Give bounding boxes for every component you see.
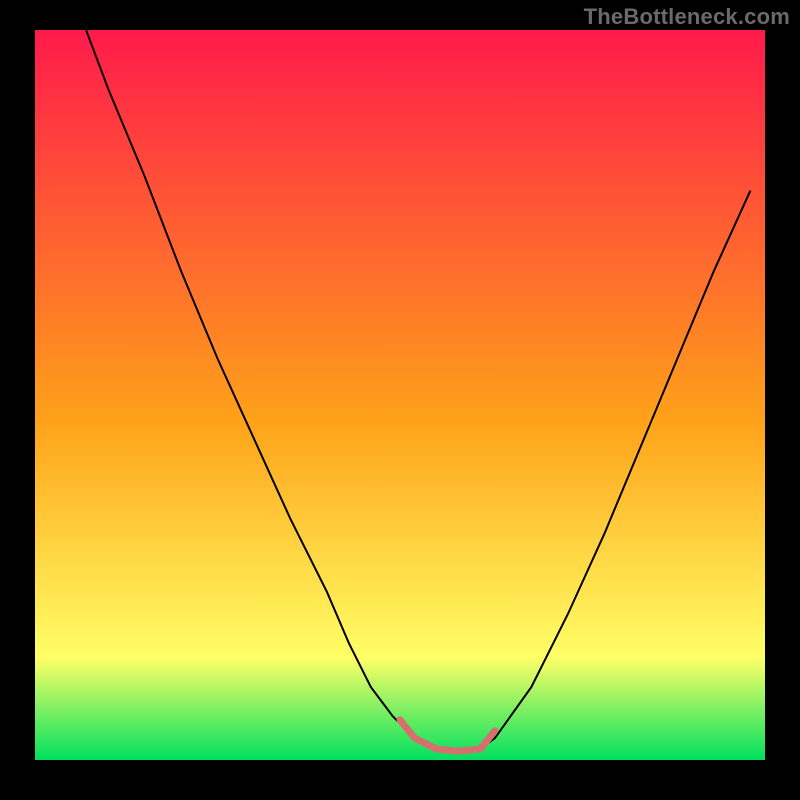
plot-background <box>35 30 765 760</box>
chart-container: TheBottleneck.com <box>0 0 800 800</box>
watermark-text: TheBottleneck.com <box>584 4 790 30</box>
bottleneck-chart <box>35 30 765 760</box>
